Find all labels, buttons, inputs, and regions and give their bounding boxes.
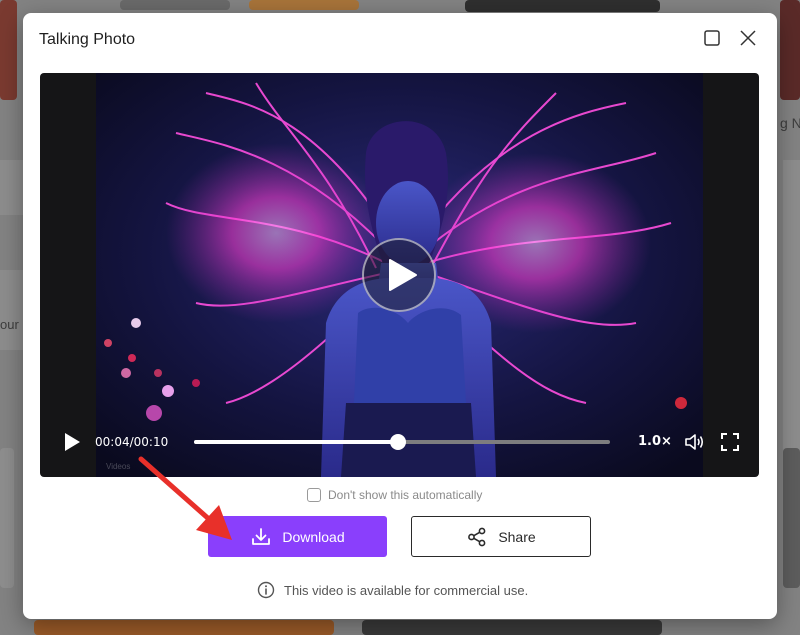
bg-card	[0, 160, 23, 215]
fullscreen-button[interactable]	[719, 431, 741, 453]
bg-partial-text: g N	[780, 115, 800, 131]
progress-bar[interactable]	[194, 434, 610, 450]
play-icon	[65, 433, 80, 451]
bg-thumbnail	[249, 0, 359, 10]
bg-partial-text: our	[0, 317, 19, 332]
bg-thumbnail	[0, 0, 17, 100]
time-readout: 00:04/00:10	[95, 435, 169, 449]
close-button[interactable]	[737, 27, 759, 49]
volume-icon	[685, 434, 704, 450]
bg-thumbnail	[780, 0, 800, 100]
bg-thumbnail	[362, 620, 662, 635]
download-button[interactable]: Download	[208, 516, 387, 557]
bg-thumbnail	[34, 620, 334, 635]
notice-text: This video is available for commercial u…	[284, 582, 529, 598]
ghost-label: Videos	[106, 462, 131, 471]
bg-thumbnail	[0, 448, 14, 588]
checkbox-box[interactable]	[307, 488, 321, 502]
download-icon	[252, 527, 271, 545]
talking-photo-dialog: Talking Photo 00:04/00:10 1.0× Videos Do…	[23, 13, 777, 619]
bg-card	[0, 270, 23, 350]
checkbox-label: Don't show this automatically	[328, 488, 483, 502]
bg-thumbnail	[783, 448, 800, 588]
share-icon	[468, 527, 486, 546]
info-icon	[257, 581, 275, 599]
dont-show-checkbox[interactable]: Don't show this automatically	[307, 488, 482, 502]
share-label: Share	[498, 528, 536, 545]
close-icon	[740, 30, 756, 46]
play-icon	[389, 259, 417, 291]
fullscreen-icon	[721, 433, 739, 451]
dialog-title: Talking Photo	[39, 31, 136, 48]
maximize-button[interactable]	[701, 27, 723, 49]
bg-card	[783, 160, 800, 460]
bg-thumbnail	[465, 0, 660, 12]
playback-speed-button[interactable]: 1.0×	[638, 434, 672, 449]
commercial-use-notice: This video is available for commercial u…	[257, 581, 528, 599]
download-label: Download	[282, 528, 345, 545]
video-player[interactable]: 00:04/00:10 1.0× Videos	[40, 73, 759, 477]
volume-button[interactable]	[683, 431, 705, 453]
big-play-button[interactable]	[362, 238, 436, 312]
maximize-icon	[704, 30, 720, 46]
progress-fill	[194, 440, 398, 444]
control-play-button[interactable]	[63, 432, 81, 452]
progress-thumb[interactable]	[389, 434, 406, 450]
bg-thumbnail	[120, 0, 230, 10]
share-button[interactable]: Share	[411, 516, 591, 557]
